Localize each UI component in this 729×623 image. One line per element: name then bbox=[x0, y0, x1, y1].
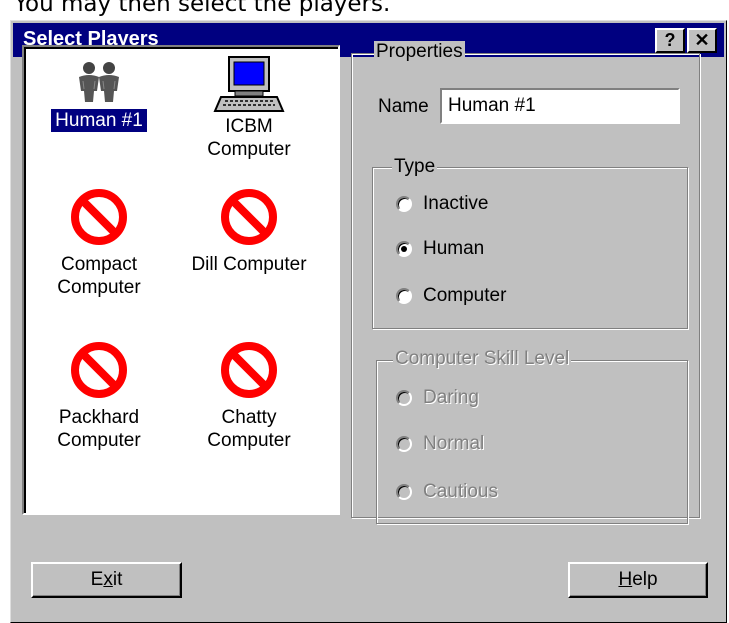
radio-circle bbox=[396, 196, 412, 212]
computer-icon bbox=[213, 56, 285, 112]
player-label: Human #1 bbox=[50, 108, 148, 133]
no-symbol-icon bbox=[71, 189, 127, 245]
player-label-line2: Computer bbox=[57, 430, 141, 451]
radio-label: Normal bbox=[423, 433, 485, 454]
close-icon: ✕ bbox=[694, 30, 710, 50]
player-human-1[interactable]: Human #1 bbox=[24, 61, 174, 133]
skill-level-legend: Computer Skill Level bbox=[393, 348, 572, 370]
radio-label: Human bbox=[423, 238, 485, 259]
player-label-line2: Computer bbox=[207, 139, 291, 160]
instruction-caption: You may then select the players. bbox=[14, 0, 391, 17]
type-inactive-radio[interactable]: Inactive bbox=[396, 193, 488, 215]
skill-normal-radio[interactable]: Normal bbox=[396, 433, 484, 455]
no-symbol-icon bbox=[221, 189, 277, 245]
player-chatty-computer[interactable]: Chatty Computer bbox=[174, 340, 324, 452]
player-label-line1: ICBM bbox=[225, 116, 273, 137]
player-icbm-computer[interactable]: ICBM Computer bbox=[174, 55, 324, 161]
player-compact-computer[interactable]: Compact Computer bbox=[24, 187, 174, 299]
player-label-line1: Packhard bbox=[58, 407, 140, 428]
players-list[interactable]: Human #1 ICBM Computer Compact Computer bbox=[22, 45, 340, 515]
help-button-label: Help bbox=[618, 569, 658, 590]
player-label-line1: Chatty bbox=[221, 407, 277, 428]
type-computer-radio[interactable]: Computer bbox=[396, 285, 506, 307]
no-symbol-icon bbox=[221, 342, 277, 398]
radio-selected-dot bbox=[401, 246, 407, 252]
help-dialog-button[interactable]: Help bbox=[568, 562, 708, 598]
no-symbol-icon bbox=[71, 342, 127, 398]
type-human-radio[interactable]: Human bbox=[396, 238, 484, 260]
help-question-icon: ? bbox=[664, 30, 676, 50]
radio-circle bbox=[396, 484, 412, 500]
radio-circle bbox=[396, 390, 412, 406]
player-label-line2: Computer bbox=[57, 277, 141, 298]
radio-circle bbox=[396, 288, 412, 304]
radio-label: Computer bbox=[423, 285, 507, 306]
exit-button[interactable]: Exit bbox=[31, 562, 182, 598]
player-label: Dill Computer bbox=[191, 254, 307, 275]
skill-daring-radio[interactable]: Daring bbox=[396, 387, 479, 409]
help-button[interactable]: ? bbox=[655, 28, 685, 53]
radio-circle bbox=[396, 436, 412, 452]
radio-label: Daring bbox=[423, 387, 479, 408]
close-button[interactable]: ✕ bbox=[687, 28, 717, 53]
radio-label: Inactive bbox=[423, 193, 489, 214]
human-pair-icon bbox=[79, 62, 119, 102]
player-label-line2: Computer bbox=[207, 430, 291, 451]
type-legend: Type bbox=[392, 156, 438, 178]
exit-button-label: Exit bbox=[90, 569, 123, 590]
player-label-line1: Compact bbox=[60, 254, 138, 275]
radio-label: Cautious bbox=[423, 481, 498, 502]
skill-cautious-radio[interactable]: Cautious bbox=[396, 481, 498, 503]
radio-circle bbox=[396, 241, 412, 257]
player-dill-computer[interactable]: Dill Computer bbox=[174, 187, 324, 276]
properties-legend: Properties bbox=[374, 41, 465, 63]
player-packhard-computer[interactable]: Packhard Computer bbox=[24, 340, 174, 452]
name-field[interactable] bbox=[440, 88, 680, 124]
name-label: Name bbox=[378, 96, 429, 117]
